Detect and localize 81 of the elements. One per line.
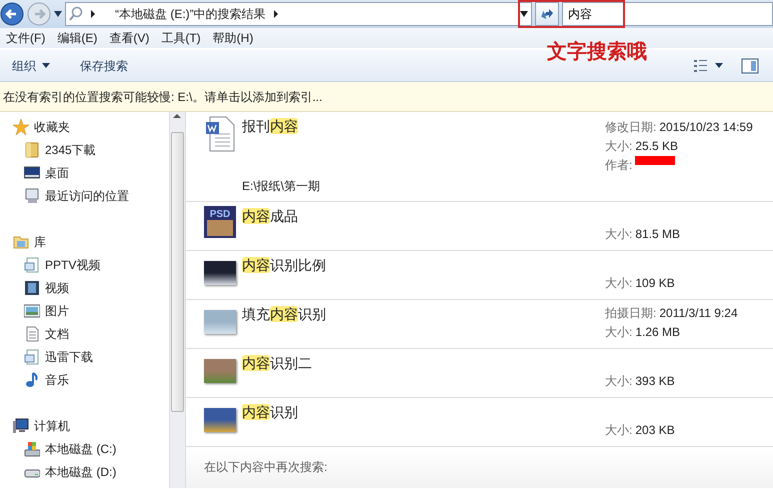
- detail-label: 大小:: [605, 275, 632, 292]
- folder-icon: [24, 142, 40, 158]
- caret-icon: [42, 63, 50, 68]
- file-name[interactable]: 填充内容识别: [242, 304, 605, 325]
- detail-label: 修改日期:: [605, 119, 656, 136]
- detail-value: 25.5 KB: [635, 138, 678, 155]
- sidebar-item[interactable]: 2345下載: [45, 140, 96, 158]
- file-name[interactable]: 报刊内容: [242, 116, 605, 137]
- detail-label: 大小:: [605, 373, 632, 390]
- detail-label: 拍摄日期:: [605, 305, 656, 322]
- menu-item[interactable]: 文件(F): [0, 28, 52, 48]
- star-icon: [13, 118, 29, 134]
- sidebar-item[interactable]: 最近访问的位置: [45, 186, 129, 204]
- breadcrumb-bar[interactable]: “本地磁盘 (E:)”中的搜索结果: [65, 2, 532, 26]
- photo-thumbnail: [204, 261, 236, 285]
- detail-label: 大小:: [605, 422, 632, 439]
- preview-pane-icon[interactable]: [741, 58, 759, 74]
- picture-icon: [24, 302, 40, 318]
- detail-value: 393 KB: [635, 373, 675, 390]
- refresh-button[interactable]: [535, 2, 559, 26]
- info-bar[interactable]: 在没有索引的位置搜索可能较慢: E:\。请单击以添加到索引...: [0, 82, 773, 112]
- detail-value: 2011/3/11 9:24: [659, 305, 738, 322]
- view-icon[interactable]: [693, 58, 709, 74]
- detail-value: 109 KB: [635, 275, 675, 292]
- detail-label: 大小:: [605, 138, 632, 155]
- sidebar-item[interactable]: 桌面: [45, 164, 69, 182]
- computer-icon: [13, 418, 29, 434]
- menu-item[interactable]: 查看(V): [103, 28, 156, 48]
- document-icon: [24, 326, 40, 342]
- chevron-icon[interactable]: [89, 8, 97, 20]
- sidebar-item[interactable]: PPTV视频: [45, 256, 100, 274]
- psd-file-icon: PSD: [204, 206, 236, 238]
- detail-label: 大小:: [605, 324, 632, 341]
- caret-icon[interactable]: [54, 11, 62, 17]
- sidebar-item[interactable]: 本地磁盘 (D:): [45, 462, 116, 480]
- sidebar-item[interactable]: 视频: [45, 278, 69, 296]
- document-icon: [204, 116, 236, 152]
- sidebar-item[interactable]: 迅雷下载: [45, 348, 93, 366]
- sidebar-group-label[interactable]: 计算机: [34, 416, 70, 434]
- file-path: E:\报纸\第一期: [242, 178, 322, 195]
- menu-item[interactable]: 帮助(H): [206, 28, 260, 48]
- scrollbar-thumb[interactable]: [171, 132, 184, 412]
- file-name[interactable]: 内容识别比例: [242, 255, 605, 276]
- menu-item[interactable]: 工具(T): [155, 28, 207, 48]
- sidebar-item[interactable]: 文档: [45, 324, 69, 342]
- search-field[interactable]: 内容: [562, 2, 773, 26]
- detail-value: 2015/10/23 14:59: [659, 119, 753, 136]
- save-search-button[interactable]: 保存搜索: [68, 54, 140, 76]
- file-name[interactable]: 内容识别二: [242, 353, 605, 374]
- detail-value: 1.26 MB: [635, 324, 680, 341]
- detail-value: 203 KB: [635, 422, 675, 439]
- library-folder-icon: [24, 256, 40, 272]
- sidebar-item[interactable]: 音乐: [45, 370, 69, 388]
- back-icon[interactable]: [0, 2, 24, 26]
- detail-label: 大小:: [605, 226, 632, 243]
- library-folder-icon: [24, 348, 40, 364]
- music-note-icon: [24, 372, 40, 388]
- sidebar-item[interactable]: 图片: [45, 302, 69, 320]
- photo-thumbnail: [204, 408, 236, 432]
- scrollbar[interactable]: [169, 112, 185, 488]
- caret-icon[interactable]: [715, 63, 723, 68]
- annotation-text: 文字搜索哦: [547, 38, 647, 65]
- photo-thumbnail: [204, 310, 236, 334]
- drive-icon: [24, 440, 40, 456]
- sidebar-item[interactable]: 本地磁盘 (C:): [45, 440, 116, 458]
- organize-button[interactable]: 组织: [0, 54, 62, 76]
- breadcrumb-text[interactable]: “本地磁盘 (E:)”中的搜索结果: [115, 5, 266, 23]
- menu-item[interactable]: 编辑(E): [51, 28, 104, 48]
- photo-thumbnail: [204, 359, 236, 383]
- sidebar-group-label[interactable]: 库: [34, 232, 46, 250]
- file-name[interactable]: 内容识别: [242, 402, 605, 423]
- caret-icon[interactable]: [520, 11, 528, 17]
- sidebar-group-label[interactable]: 收藏夹: [34, 118, 70, 136]
- file-name[interactable]: 内容成品: [242, 206, 605, 227]
- refresh-icon: [539, 7, 555, 21]
- detail-label: 作者:: [605, 157, 632, 174]
- library-icon: [13, 234, 29, 250]
- detail-value: 81.5 MB: [635, 226, 680, 243]
- desktop-icon: [24, 164, 40, 180]
- chevron-icon[interactable]: [272, 8, 280, 20]
- search-icon: [69, 6, 83, 22]
